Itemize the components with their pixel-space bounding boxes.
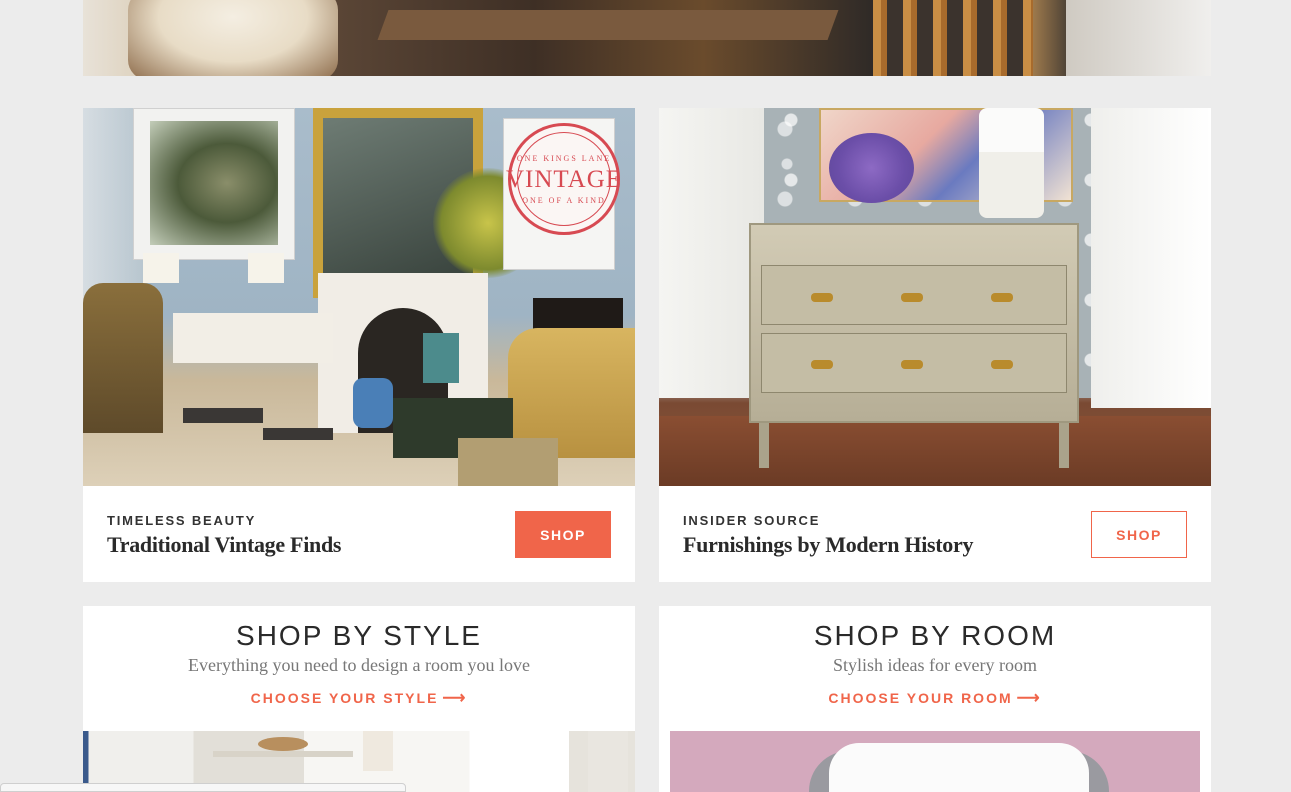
- cta-label: CHOOSE YOUR ROOM: [828, 690, 1013, 706]
- vintage-living-room-photo[interactable]: ONE KINGS LANE VINTAGE ONE OF A KIND: [83, 108, 635, 486]
- choose-room-link[interactable]: CHOOSE YOUR ROOM ⟶: [659, 688, 1211, 708]
- photo-lamp: [979, 108, 1044, 218]
- photo-lamp: [143, 253, 179, 283]
- hero-table: [377, 10, 839, 40]
- photo-pillow: [829, 743, 1089, 792]
- badge-ring: [517, 132, 611, 226]
- hero-chair: [128, 0, 338, 76]
- hero-stool: [873, 0, 1033, 76]
- feature-title[interactable]: Furnishings by Modern History: [683, 532, 973, 558]
- hero-image[interactable]: [83, 0, 1211, 76]
- modern-history-dresser-photo[interactable]: [659, 108, 1211, 486]
- photo-shelf: [213, 751, 353, 757]
- photo-armchair: [83, 283, 163, 433]
- shop-by-room-card[interactable]: SHOP BY ROOM Stylish ideas for every roo…: [659, 606, 1211, 792]
- feature-title[interactable]: Traditional Vintage Finds: [107, 532, 341, 558]
- photo-mirror: [258, 737, 308, 751]
- photo-artwork: [133, 108, 295, 260]
- arrow-right-icon: ⟶: [1016, 690, 1042, 707]
- photo-dresser-legs: [759, 418, 1069, 468]
- feature-caption: TIMELESS BEAUTY Traditional Vintage Find…: [107, 513, 341, 558]
- shop-button[interactable]: SHOP: [515, 511, 611, 558]
- hero-wall: [1066, 0, 1211, 76]
- section-subheading: Everything you need to design a room you…: [188, 655, 530, 675]
- feature-card-vintage[interactable]: ONE KINGS LANE VINTAGE ONE OF A KIND TIM…: [83, 108, 635, 582]
- photo-hydrangea: [829, 133, 914, 203]
- photo-door: [1091, 108, 1211, 408]
- section-heading: SHOP BY STYLE: [236, 620, 482, 651]
- bedroom-photo[interactable]: [659, 731, 1211, 792]
- choose-style-link[interactable]: CHOOSE YOUR STYLE ⟶: [83, 688, 635, 708]
- feature-caption: INSIDER SOURCE Furnishings by Modern His…: [683, 513, 973, 558]
- feature-eyebrow: TIMELESS BEAUTY: [107, 513, 257, 528]
- page: ONE KINGS LANE VINTAGE ONE OF A KIND TIM…: [0, 0, 1291, 792]
- shop-button[interactable]: SHOP: [1091, 511, 1187, 558]
- photo-lamp: [363, 731, 393, 771]
- section-subheading: Stylish ideas for every room: [833, 655, 1037, 675]
- photo-console: [173, 313, 333, 363]
- photo-cane-chair: [458, 438, 558, 486]
- horizontal-scrollbar[interactable]: [0, 783, 406, 792]
- photo-lamp: [588, 731, 628, 792]
- photo-lamp: [248, 253, 284, 283]
- vintage-badge-logo: ONE KINGS LANE VINTAGE ONE OF A KIND: [506, 123, 621, 235]
- photo-bench: [183, 408, 263, 423]
- photo-garden-stool: [353, 378, 393, 428]
- feature-card-modern-history[interactable]: INSIDER SOURCE Furnishings by Modern His…: [659, 108, 1211, 582]
- arrow-right-icon: ⟶: [442, 690, 468, 707]
- photo-dresser: [749, 223, 1079, 423]
- section-heading: SHOP BY ROOM: [813, 620, 1057, 651]
- photo-teal-chair: [423, 333, 459, 383]
- photo-bench: [263, 428, 333, 440]
- cta-label: CHOOSE YOUR STYLE: [250, 690, 439, 706]
- feature-eyebrow: INSIDER SOURCE: [683, 513, 821, 528]
- shop-by-style-card[interactable]: SHOP BY STYLE Everything you need to des…: [83, 606, 635, 792]
